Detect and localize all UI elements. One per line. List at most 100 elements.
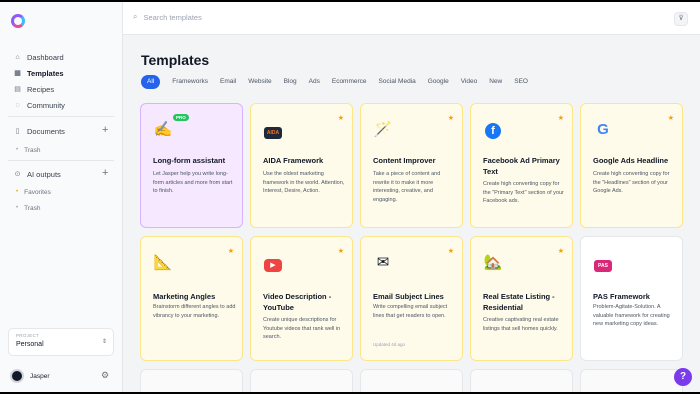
card-description: Write compelling email subject lines tha… <box>373 304 448 319</box>
community-icon: ◌ <box>15 101 20 109</box>
help-button[interactable]: ? <box>674 368 692 386</box>
card-title: Long-form assistant <box>153 156 226 165</box>
house-icon: 🏡 <box>483 254 503 271</box>
card-description: Create unique descriptions for Youtube v… <box>263 317 341 340</box>
sidebar-item-documents-trash[interactable]: • Trash <box>16 145 40 155</box>
filter-ads[interactable]: Ads <box>309 75 320 89</box>
filter-google[interactable]: Google <box>428 75 449 89</box>
jasper-logo-icon[interactable] <box>11 14 25 28</box>
app-window: ⌂ Dashboard ▦ Templates ▤ Recipes ◌ Comm… <box>0 2 700 392</box>
card-description: Creative captivating real estate listing… <box>483 317 559 332</box>
search-input[interactable]: ⌕ Search templates <box>133 12 202 22</box>
sidebar-item-outputs-trash[interactable]: • Trash <box>16 203 40 213</box>
sidebar-item-recipes[interactable]: ▤ Recipes <box>14 83 54 95</box>
pro-badge: PRO <box>173 114 189 121</box>
filter-all[interactable]: All <box>141 75 161 89</box>
ai-outputs-icon: ⊙ <box>14 170 21 178</box>
chevron-updown-icon: ⇕ <box>101 339 107 345</box>
star-icon[interactable]: ★ <box>448 247 454 255</box>
filter-button[interactable]: ⊽ <box>674 12 688 26</box>
filter-website[interactable]: Website <box>248 75 271 89</box>
card-title: Email Subject Lines <box>373 292 444 301</box>
template-card-video-description[interactable]: ▶ ★ Video Description - YouTube Create u… <box>250 236 353 361</box>
project-label: PROJECT <box>16 333 40 338</box>
template-card-email-subject[interactable]: ✉ ★ Email Subject Lines Write compelling… <box>360 236 463 361</box>
template-card-marketing-angles[interactable]: 📐 ★ Marketing Angles Brainstorm differen… <box>140 236 243 361</box>
aida-icon: AIDA <box>263 120 283 140</box>
sidebar-item-label: Trash <box>24 204 41 212</box>
divider <box>8 116 114 117</box>
wand-icon: 🪄 <box>373 121 393 138</box>
sidebar-item-label: AI outputs <box>27 169 61 179</box>
sidebar-item-templates[interactable]: ▦ Templates <box>14 67 63 79</box>
template-card-long-form[interactable]: ✍ PRO Long-form assistant Let Jasper hel… <box>140 103 243 228</box>
recipe-icon: ▤ <box>14 85 21 93</box>
star-icon[interactable]: ★ <box>228 247 234 255</box>
card-title: Video Description - YouTube <box>263 292 332 312</box>
star-icon[interactable]: ★ <box>558 114 564 122</box>
trash-icon: • <box>16 205 19 211</box>
template-card-partial[interactable] <box>140 369 243 392</box>
star-icon[interactable]: ★ <box>338 114 344 122</box>
star-icon[interactable]: ★ <box>558 247 564 255</box>
add-ai-output-button[interactable]: + <box>102 168 108 179</box>
sidebar-item-label: Dashboard <box>27 52 64 62</box>
pas-icon: PAS <box>593 253 613 273</box>
star-icon[interactable]: ★ <box>668 114 674 122</box>
template-card-content-improver[interactable]: 🪄 ★ Content Improver Take a piece of con… <box>360 103 463 228</box>
trash-icon: • <box>16 147 19 153</box>
star-icon[interactable]: ★ <box>448 114 454 122</box>
sidebar-item-label: Trash <box>24 146 41 154</box>
document-icon: ▯ <box>15 127 20 135</box>
grid-icon: ▦ <box>14 69 21 77</box>
template-card-partial[interactable] <box>250 369 353 392</box>
home-icon: ⌂ <box>15 53 20 61</box>
facebook-icon: f <box>483 120 503 140</box>
project-selector[interactable]: PROJECT Personal ⇕ <box>8 328 114 356</box>
sidebar-item-favorites[interactable]: • Favorites <box>16 187 51 197</box>
sidebar-item-documents[interactable]: ▯ Documents <box>14 125 65 137</box>
user-menu[interactable]: Jasper <box>10 369 50 383</box>
search-placeholder: Search templates <box>143 12 202 22</box>
template-card-real-estate[interactable]: 🏡 ★ Real Estate Listing - Residential Cr… <box>470 236 573 361</box>
template-card-facebook-ad[interactable]: f ★ Facebook Ad Primary Text Create high… <box>470 103 573 228</box>
filter-social-media[interactable]: Social Media <box>379 75 416 89</box>
filter-new[interactable]: New <box>489 75 502 89</box>
card-title: AIDA Framework <box>263 156 324 165</box>
template-card-aida[interactable]: AIDA ★ AIDA Framework Use the oldest mar… <box>250 103 353 228</box>
sidebar: ⌂ Dashboard ▦ Templates ▤ Recipes ◌ Comm… <box>0 2 123 392</box>
filter-frameworks[interactable]: Frameworks <box>172 75 208 89</box>
filter-blog[interactable]: Blog <box>284 75 297 89</box>
template-card-partial[interactable] <box>580 369 683 392</box>
sidebar-item-label: Community <box>27 100 65 110</box>
star-icon[interactable]: ★ <box>338 247 344 255</box>
page-title: Templates <box>141 52 210 68</box>
card-description: Use the oldest marketing framework in th… <box>263 171 345 194</box>
template-card-partial[interactable] <box>360 369 463 392</box>
filter-email[interactable]: Email <box>220 75 236 89</box>
sidebar-item-community[interactable]: ◌ Community <box>14 99 65 111</box>
gear-icon[interactable]: ⚙ <box>101 370 109 381</box>
filter-video[interactable]: Video <box>461 75 478 89</box>
filter-ecommerce[interactable]: Ecommerce <box>332 75 367 89</box>
star-icon: • <box>16 189 19 195</box>
card-description: Brainstorm different angles to add vibra… <box>153 304 236 319</box>
card-title: Marketing Angles <box>153 292 216 301</box>
google-icon: G <box>597 121 609 138</box>
card-description: Create high converting copy for the "Hea… <box>593 171 670 194</box>
updated-timestamp: Updated 4d ago <box>373 342 406 347</box>
sidebar-item-dashboard[interactable]: ⌂ Dashboard <box>14 51 64 63</box>
search-icon: ⌕ <box>133 12 138 21</box>
youtube-icon: ▶ <box>263 253 283 273</box>
project-value: Personal <box>16 341 44 348</box>
card-description: Take a piece of content and rewrite it t… <box>373 171 441 203</box>
card-title: Real Estate Listing - Residential <box>483 292 555 312</box>
filter-seo[interactable]: SEO <box>514 75 528 89</box>
add-document-button[interactable]: + <box>102 125 108 136</box>
avatar <box>10 369 24 383</box>
template-card-google-ads[interactable]: G ★ Google Ads Headline Create high conv… <box>580 103 683 228</box>
sidebar-item-ai-outputs[interactable]: ⊙ AI outputs <box>14 168 61 180</box>
template-card-partial[interactable] <box>470 369 573 392</box>
ruler-icon: 📐 <box>153 254 173 271</box>
template-card-pas[interactable]: PAS PAS Framework Problem-Agitate-Soluti… <box>580 236 683 361</box>
